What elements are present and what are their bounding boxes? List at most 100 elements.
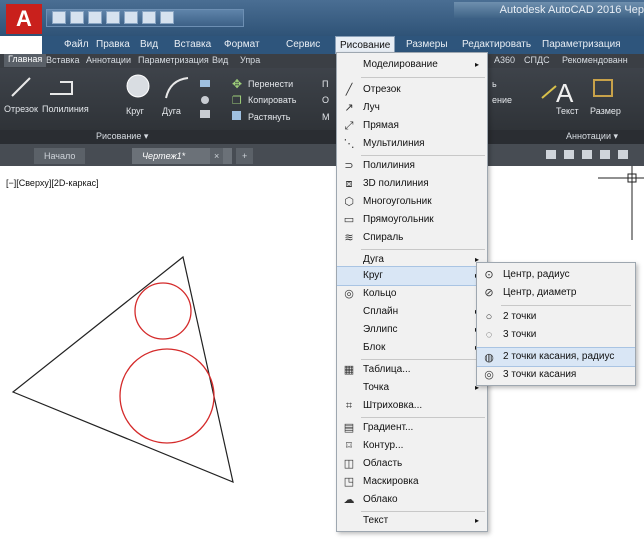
copy-label[interactable]: Копировать bbox=[248, 95, 296, 105]
document-tabs: Начало Чертеж1* × + bbox=[0, 144, 644, 166]
ray-icon: ↗ bbox=[344, 102, 354, 114]
annotation-panel-title[interactable]: Аннотации ▾ bbox=[566, 131, 618, 142]
text-tool-label[interactable]: Текст bbox=[556, 106, 579, 116]
menu-item-modeling[interactable]: Моделирование ▸ bbox=[337, 55, 487, 75]
tab-parametric[interactable]: Параметризация bbox=[138, 55, 209, 65]
boundary-icon: ⌑ bbox=[346, 440, 352, 452]
submenu-3-points[interactable]: ◌ 3 точки bbox=[477, 325, 635, 345]
menu-item-region[interactable]: ◫ Область bbox=[337, 454, 487, 474]
draw-panel-title[interactable]: Рисование ▾ bbox=[96, 131, 148, 142]
menu-item-point[interactable]: Точка ▸ bbox=[337, 378, 487, 398]
submenu-center-diameter[interactable]: ⊘ Центр, диаметр bbox=[477, 283, 635, 303]
xline-icon: ⤢ bbox=[344, 120, 354, 132]
ribbon-footer: Рисование ▾ Аннотации ▾ bbox=[0, 130, 644, 144]
submenu-2-points[interactable]: ○ 2 точки bbox=[477, 307, 635, 327]
autocad-logo-icon[interactable]: A bbox=[6, 4, 42, 34]
menu-item-donut[interactable]: ◎ Кольцо bbox=[337, 284, 487, 304]
menu-insert[interactable]: Вставка bbox=[174, 39, 211, 50]
new-tab-icon[interactable]: + bbox=[236, 148, 254, 164]
wipeout-icon: ◳ bbox=[343, 476, 355, 488]
menu-item-wipeout[interactable]: ◳ Маскировка bbox=[337, 472, 487, 492]
layout-icon-5[interactable] bbox=[618, 150, 628, 159]
tab-annotate[interactable]: Аннотации bbox=[86, 55, 131, 65]
menu-item-table[interactable]: ▦ Таблица... bbox=[337, 360, 487, 380]
menu-tools[interactable]: Сервис bbox=[286, 39, 320, 50]
table-icon: ▦ bbox=[343, 364, 355, 376]
menu-item-xline[interactable]: ⤢ Прямая bbox=[337, 116, 487, 136]
menu-item-3d-polyline[interactable]: ⧈ 3D полилиния bbox=[337, 174, 487, 194]
line-tool-icon bbox=[11, 77, 31, 97]
ribbon-panel: ✥ ❐ A Отрезок Полилиния Круг Дуга Перене… bbox=[0, 68, 644, 130]
menu-item-helix[interactable]: ≋ Спираль bbox=[337, 228, 487, 248]
menu-item-polygon[interactable]: ⬡ Многоугольник bbox=[337, 192, 487, 212]
menu-item-block[interactable]: Блок▸ bbox=[337, 338, 487, 358]
line-icon: ╱ bbox=[345, 84, 353, 96]
layout-icon-2[interactable] bbox=[564, 150, 574, 159]
polygon-icon: ⬡ bbox=[344, 196, 354, 208]
open-file-icon[interactable] bbox=[70, 11, 84, 24]
redo-icon[interactable] bbox=[160, 11, 174, 24]
polyline-tool-label[interactable]: Полилиния bbox=[42, 104, 89, 114]
partial-label-scale: М bbox=[322, 112, 330, 122]
tab-featured[interactable]: Рекомендованн bbox=[562, 55, 628, 65]
menu-item-boundary[interactable]: ⌑ Контур... bbox=[337, 436, 487, 456]
arc-tool-label[interactable]: Дуга bbox=[162, 106, 181, 116]
menu-item-ray[interactable]: ↗ Луч bbox=[337, 98, 487, 118]
menu-file[interactable]: Файл bbox=[64, 39, 89, 50]
save-as-icon[interactable] bbox=[106, 11, 120, 24]
layout-icon-1[interactable] bbox=[546, 150, 556, 159]
move-label[interactable]: Перенести bbox=[248, 79, 293, 89]
menu-item-ellipse[interactable]: Эллипс▸ bbox=[337, 320, 487, 340]
undo-icon[interactable] bbox=[142, 11, 156, 24]
layout-icon-4[interactable] bbox=[600, 150, 610, 159]
menu-item-polyline[interactable]: ⊃ Полилиния bbox=[337, 156, 487, 176]
stretch-label[interactable]: Растянуть bbox=[248, 112, 291, 122]
close-tab-icon[interactable]: × bbox=[210, 148, 224, 164]
tab-a360[interactable]: A360 bbox=[494, 55, 515, 65]
partial-label-rotate: П bbox=[322, 79, 329, 89]
submenu-tan-tan-tan[interactable]: ◎ 3 точки касания bbox=[477, 365, 635, 385]
menu-item-gradient[interactable]: ▤ Градиент... bbox=[337, 418, 487, 438]
menu-dimension[interactable]: Размеры bbox=[406, 39, 448, 50]
menu-item-line[interactable]: ╱ Отрезок bbox=[337, 80, 487, 100]
tab-home[interactable]: Главная bbox=[4, 54, 47, 67]
tab-insert[interactable]: Вставка bbox=[46, 55, 79, 65]
menu-format[interactable]: Формат bbox=[224, 39, 260, 50]
rectangle-tool-icon bbox=[200, 80, 210, 87]
tab-spds[interactable]: СПДС bbox=[524, 55, 550, 65]
circle-tool-label[interactable]: Круг bbox=[126, 106, 144, 116]
circle-tool-icon bbox=[126, 74, 150, 98]
donut-icon: ◎ bbox=[344, 288, 354, 300]
circle-tan-tan-tan-icon: ◎ bbox=[484, 369, 494, 381]
submenu-tan-tan-radius[interactable]: ◍ 2 точки касания, радиус bbox=[477, 347, 635, 367]
tab-manage[interactable]: Упра bbox=[240, 55, 260, 65]
submenu-center-radius[interactable]: ⊙ Центр, радиус bbox=[477, 265, 635, 285]
circle-tan-tan-radius-icon: ◍ bbox=[484, 352, 494, 364]
menu-item-multiline[interactable]: ⋱ Мультилиния bbox=[337, 134, 487, 154]
menu-view[interactable]: Вид bbox=[140, 39, 158, 50]
3d-polyline-icon: ⧈ bbox=[345, 178, 353, 190]
menu-item-circle[interactable]: Круг▸ bbox=[337, 266, 487, 286]
menu-item-text[interactable]: Текст ▸ bbox=[337, 511, 487, 531]
menu-item-revcloud[interactable]: ☁ Облако bbox=[337, 490, 487, 510]
triangle bbox=[11, 255, 234, 483]
large-inscribed-circle bbox=[119, 348, 215, 444]
menu-edit[interactable]: Правка bbox=[96, 39, 130, 50]
circle-center-diameter-icon: ⊘ bbox=[484, 287, 494, 299]
menu-item-hatch[interactable]: ⌗ Штриховка... bbox=[337, 396, 487, 416]
menu-item-rectangle[interactable]: ▭ Прямоугольник bbox=[337, 210, 487, 230]
line-tool-label[interactable]: Отрезок bbox=[4, 104, 38, 114]
new-file-icon[interactable] bbox=[52, 11, 66, 24]
tab-view[interactable]: Вид bbox=[212, 55, 228, 65]
dimension-tool-label[interactable]: Размер bbox=[590, 106, 621, 116]
save-icon[interactable] bbox=[88, 11, 102, 24]
print-icon[interactable] bbox=[124, 11, 138, 24]
menu-item-spline[interactable]: Сплайн▸ bbox=[337, 302, 487, 322]
menu-parametric[interactable]: Параметризация bbox=[542, 39, 621, 50]
region-icon: ◫ bbox=[343, 458, 355, 470]
text-tool-icon: A bbox=[556, 78, 574, 108]
menu-modify[interactable]: Редактировать bbox=[462, 39, 531, 50]
layout-icon-3[interactable] bbox=[582, 150, 592, 159]
tab-start[interactable]: Начало bbox=[34, 148, 86, 164]
gradient-tool-icon bbox=[200, 110, 210, 118]
